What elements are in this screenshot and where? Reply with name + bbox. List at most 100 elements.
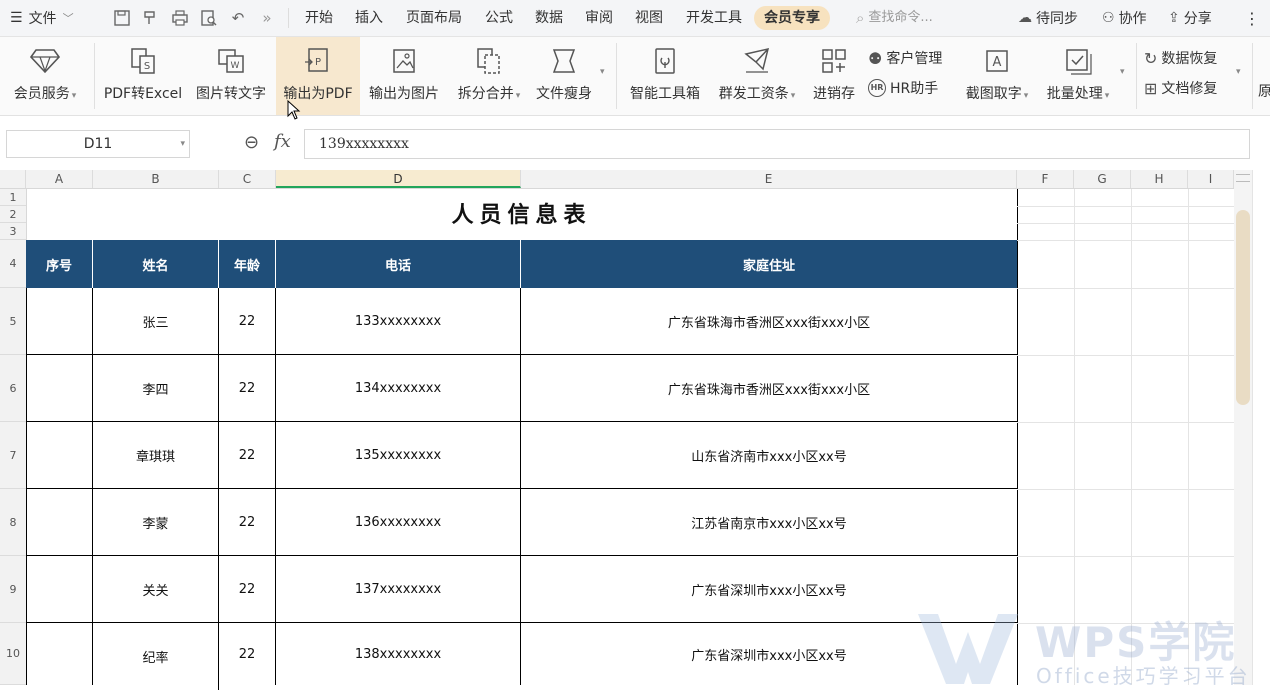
cell-index[interactable] — [26, 556, 93, 623]
crm-button[interactable]: ⚉ 客户管理 — [868, 45, 942, 71]
column-header-i[interactable]: I — [1188, 170, 1234, 188]
cell-index[interactable] — [26, 489, 93, 556]
fx-icon[interactable]: fx — [274, 131, 291, 152]
cell-index[interactable] — [26, 288, 93, 355]
split-merge-button[interactable]: 拆分合并 ▾ — [450, 37, 528, 115]
cell-age[interactable]: 22 — [219, 355, 276, 422]
tab-page-layout[interactable]: 页面布局 — [402, 0, 466, 36]
tab-view[interactable]: 视图 — [632, 0, 666, 36]
cell-name[interactable]: 张三 — [93, 288, 219, 355]
ocr-button[interactable]: A 截图取字 ▾ — [958, 37, 1036, 115]
ribbon-group-expand-icon[interactable]: ▾ — [600, 67, 605, 77]
cell-name[interactable]: 李四 — [93, 355, 219, 422]
row-header-3[interactable]: 3 — [0, 223, 26, 240]
cell-index[interactable] — [26, 422, 93, 489]
tab-data[interactable]: 数据 — [532, 0, 566, 36]
tab-formulas[interactable]: 公式 — [482, 0, 516, 36]
cell-address[interactable]: 广东省珠海市香洲区xxx街xxx小区 — [521, 288, 1017, 355]
column-header-b[interactable]: B — [93, 170, 219, 188]
cell-index[interactable] — [26, 355, 93, 422]
cell-phone[interactable]: 136xxxxxxxx — [276, 489, 521, 556]
header-address[interactable]: 家庭住址 — [521, 240, 1017, 288]
cell-phone[interactable]: 134xxxxxxxx — [276, 355, 521, 422]
row-header-4[interactable]: 4 — [0, 240, 26, 288]
name-box[interactable]: D11 ▾ — [6, 130, 190, 158]
row-header-1[interactable]: 1 — [0, 189, 26, 206]
sync-button[interactable]: ☁ 待同步 — [1018, 0, 1078, 36]
doc-repair-button[interactable]: ⊞ 文档修复 — [1144, 75, 1217, 101]
scrollbar-thumb[interactable] — [1236, 210, 1250, 405]
cell-phone[interactable]: 133xxxxxxxx — [276, 288, 521, 355]
row-header-8[interactable]: 8 — [0, 489, 26, 556]
column-header-c[interactable]: C — [219, 170, 276, 188]
export-image-button[interactable]: 输出为图片 — [362, 37, 446, 115]
formula-input[interactable]: 139xxxxxxxx — [304, 129, 1250, 159]
header-index[interactable]: 序号 — [26, 240, 93, 288]
row-header-6[interactable]: 6 — [0, 355, 26, 422]
row-header-10[interactable]: 10 — [0, 623, 26, 685]
cell-age[interactable]: 22 — [219, 556, 276, 623]
pdf-to-excel-button[interactable]: S PDF转Excel — [100, 37, 186, 115]
tab-vip[interactable]: 会员专享 — [754, 6, 830, 30]
share-button[interactable]: ⇪ 分享 — [1168, 0, 1212, 36]
select-all-corner[interactable] — [0, 170, 26, 188]
cell-name[interactable]: 章琪琪 — [93, 422, 219, 489]
tab-developer[interactable]: 开发工具 — [682, 0, 746, 36]
row-header-7[interactable]: 7 — [0, 422, 26, 489]
tab-insert[interactable]: 插入 — [352, 0, 386, 36]
ribbon-overflow-label[interactable]: 原 — [1258, 81, 1270, 101]
more-options-icon[interactable]: ⋮ — [1244, 0, 1260, 36]
header-name[interactable]: 姓名 — [93, 240, 219, 288]
collab-button[interactable]: ⚇ 协作 — [1102, 0, 1147, 36]
column-header-a[interactable]: A — [26, 170, 93, 188]
cell-age[interactable]: 22 — [219, 489, 276, 556]
cell-address[interactable]: 广东省珠海市香洲区xxx街xxx小区 — [521, 355, 1017, 422]
cell-address[interactable]: 山东省济南市xxx小区xx号 — [521, 422, 1017, 489]
tab-home[interactable]: 开始 — [302, 0, 336, 36]
cell-phone[interactable]: 135xxxxxxxx — [276, 422, 521, 489]
column-header-f[interactable]: F — [1017, 170, 1074, 188]
cell-name[interactable]: 李蒙 — [93, 489, 219, 556]
cell-phone[interactable]: 138xxxxxxxx — [276, 623, 521, 685]
send-salary-button[interactable]: 群发工资条 ▾ — [712, 37, 802, 115]
inventory-button[interactable]: 进销存 — [806, 37, 862, 115]
print-icon[interactable] — [170, 8, 190, 28]
undo-icon[interactable]: ↶ — [228, 8, 248, 28]
header-age[interactable]: 年龄 — [219, 240, 276, 288]
save-icon[interactable] — [112, 8, 132, 28]
row-header-9[interactable]: 9 — [0, 556, 26, 623]
hr-assistant-button[interactable]: HR HR助手 — [868, 75, 938, 101]
sheet-title[interactable]: 人员信息表 — [26, 189, 1017, 240]
cell-age[interactable]: 22 — [219, 422, 276, 489]
cell-address[interactable]: 江苏省南京市xxx小区xx号 — [521, 489, 1017, 556]
header-phone[interactable]: 电话 — [276, 240, 521, 288]
column-header-h[interactable]: H — [1131, 170, 1188, 188]
zoom-icon[interactable]: ⊖ — [244, 132, 259, 153]
print-preview-icon[interactable] — [199, 8, 219, 28]
cell-age[interactable]: 22 — [219, 288, 276, 355]
format-painter-icon[interactable] — [140, 8, 160, 28]
cell-phone[interactable]: 137xxxxxxxx — [276, 556, 521, 623]
tab-review[interactable]: 审阅 — [582, 0, 616, 36]
cell-name[interactable]: 关关 — [93, 556, 219, 623]
file-slim-button[interactable]: 文件瘦身 — [530, 37, 598, 115]
ribbon-group-expand-icon[interactable]: ▾ — [1236, 67, 1241, 77]
column-header-g[interactable]: G — [1074, 170, 1131, 188]
ribbon-group-expand-icon[interactable]: ▾ — [1120, 67, 1125, 77]
data-recover-button[interactable]: ↻ 数据恢复 — [1144, 45, 1217, 71]
vip-service-button[interactable]: 会员服务 ▾ — [6, 37, 84, 115]
cell-index[interactable] — [26, 623, 93, 685]
split-handle-icon[interactable] — [1236, 174, 1250, 182]
image-to-text-button[interactable]: W 图片转文字 — [190, 37, 272, 115]
column-header-e[interactable]: E — [521, 170, 1017, 188]
row-header-5[interactable]: 5 — [0, 288, 26, 355]
more-icon[interactable]: » — [257, 8, 277, 28]
cell-age[interactable]: 22 — [219, 623, 276, 685]
file-menu[interactable]: ☰ 文件 ﹀ — [10, 0, 74, 36]
batch-process-button[interactable]: 批量处理 ▾ — [1040, 37, 1116, 115]
command-search[interactable]: ⌕ 查找命令... — [856, 0, 933, 36]
smart-toolbox-button[interactable]: 智能工具箱 — [624, 37, 706, 115]
column-header-d[interactable]: D — [276, 170, 521, 188]
row-header-2[interactable]: 2 — [0, 206, 26, 223]
cell-name[interactable]: 纪率 — [93, 623, 219, 690]
